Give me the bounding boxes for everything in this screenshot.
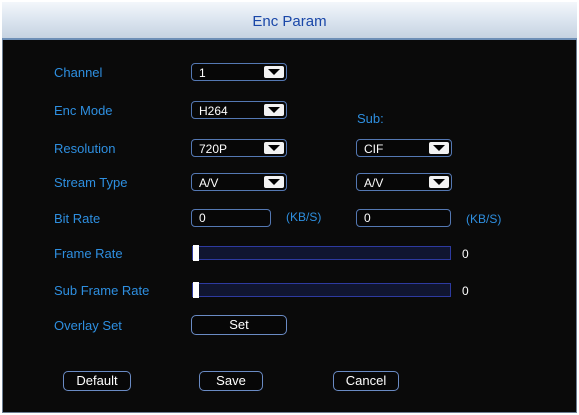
- sub-frame-rate-slider[interactable]: [192, 282, 451, 298]
- enc-mode-value: H264: [199, 104, 228, 118]
- overlay-set-label: Overlay Set: [54, 318, 122, 333]
- channel-value: 1: [199, 66, 206, 80]
- chevron-down-icon: [264, 142, 284, 154]
- chevron-down-icon: [429, 176, 449, 188]
- sub-frame-rate-label: Sub Frame Rate: [54, 283, 150, 298]
- save-button[interactable]: Save: [199, 371, 263, 391]
- sub-frame-rate-value: 0: [462, 284, 469, 298]
- stream-type-select[interactable]: A/V: [191, 173, 287, 191]
- stream-type-label: Stream Type: [54, 175, 128, 190]
- channel-label: Channel: [54, 65, 103, 80]
- chevron-down-icon: [264, 104, 284, 116]
- resolution-value: 720P: [199, 142, 228, 156]
- chevron-down-icon: [429, 142, 449, 154]
- channel-select[interactable]: 1: [191, 63, 287, 81]
- chevron-down-icon: [264, 66, 284, 78]
- overlay-set-button[interactable]: Set: [191, 315, 287, 335]
- sub-stream-type-select[interactable]: A/V: [356, 173, 452, 191]
- bit-rate-unit: (KB/S): [286, 210, 322, 224]
- stream-type-value: A/V: [199, 176, 219, 190]
- chevron-down-icon: [264, 176, 284, 188]
- sub-stream-type-value: A/V: [364, 176, 384, 190]
- bit-rate-input[interactable]: 0: [191, 209, 271, 227]
- cancel-button[interactable]: Cancel: [333, 371, 399, 391]
- sub-resolution-value: CIF: [364, 142, 384, 156]
- dialog-title: Enc Param: [252, 13, 327, 30]
- sub-bit-rate-input[interactable]: 0: [356, 209, 451, 227]
- frame-rate-value: 0: [462, 247, 469, 261]
- title-bar: Enc Param: [2, 2, 577, 40]
- resolution-select[interactable]: 720P: [191, 139, 287, 157]
- sub-label: Sub:: [357, 111, 384, 126]
- enc-mode-select[interactable]: H264: [191, 101, 287, 119]
- sub-resolution-select[interactable]: CIF: [356, 139, 452, 157]
- sub-frame-rate-slider-handle[interactable]: [193, 282, 199, 298]
- enc-mode-label: Enc Mode: [54, 103, 113, 118]
- frame-rate-label: Frame Rate: [54, 246, 123, 261]
- default-button[interactable]: Default: [63, 371, 131, 391]
- sub-bit-rate-unit: (KB/S): [466, 212, 502, 226]
- frame-rate-slider-handle[interactable]: [193, 245, 199, 261]
- bit-rate-label: Bit Rate: [54, 211, 101, 226]
- resolution-label: Resolution: [54, 141, 116, 156]
- enc-param-dialog: [2, 2, 577, 413]
- frame-rate-slider[interactable]: [192, 245, 451, 261]
